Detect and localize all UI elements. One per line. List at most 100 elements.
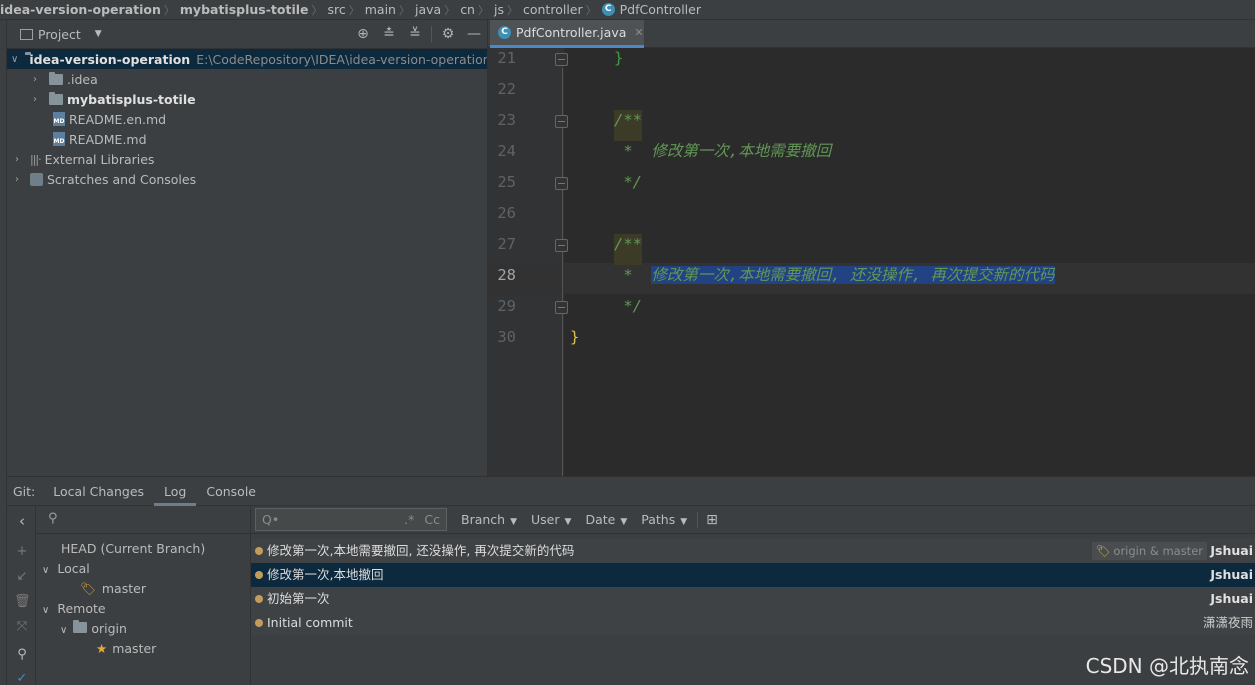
breadcrumb-project[interactable]: idea-version-operation xyxy=(0,2,161,17)
library-icon: |||· xyxy=(30,152,42,166)
line-number: 21 xyxy=(497,49,516,67)
commit-row[interactable]: 修改第一次,本地需要撤回, 还没操作, 再次提交新的代码 🏷 origin & m… xyxy=(251,539,1255,563)
branch-group-remote[interactable]: ∨ Remote xyxy=(42,599,106,619)
breadcrumb-main[interactable]: main xyxy=(365,2,396,17)
new-tab-icon[interactable]: ⊞ xyxy=(706,512,718,528)
breadcrumb-class[interactable]: PdfController xyxy=(620,2,701,17)
fold-marker-icon[interactable] xyxy=(555,301,568,314)
minimize-icon[interactable]: — xyxy=(461,26,487,42)
tree-item-module[interactable]: › mybatisplus-totile xyxy=(7,89,487,109)
branch-head[interactable]: HEAD (Current Branch) xyxy=(61,539,205,559)
expand-all-icon[interactable]: ≛ xyxy=(376,26,402,42)
folder-icon xyxy=(49,71,63,85)
git-tab-bar: Git: Local Changes Log Console xyxy=(7,477,1255,506)
tab-label: PdfController.java xyxy=(516,25,627,40)
check-icon[interactable]: ✓ xyxy=(14,671,30,685)
tab-local-changes[interactable]: Local Changes xyxy=(43,477,154,506)
line-number: 24 xyxy=(497,142,516,160)
commit-author: 潇潇夜雨 xyxy=(1202,615,1253,630)
editor-tab-bar: C PdfController.java ✕ xyxy=(488,20,1255,48)
fold-marker-icon[interactable] xyxy=(555,115,568,128)
tab-pdfcontroller[interactable]: C PdfController.java ✕ xyxy=(490,20,644,48)
search-icon[interactable]: ⚲ xyxy=(14,647,30,662)
collapse-all-icon[interactable]: ≚ xyxy=(402,26,428,42)
chevron-down-icon: ▼ xyxy=(620,517,628,527)
tree-item-idea[interactable]: › .idea xyxy=(7,69,487,89)
filter-paths[interactable]: Paths ▼ xyxy=(641,512,687,527)
gear-icon[interactable]: ⚙ xyxy=(435,26,461,42)
commit-row[interactable]: 修改第一次,本地撤回 Jshuai xyxy=(251,563,1255,587)
branch-local-master[interactable]: 🏷 master xyxy=(80,579,146,599)
delete-icon[interactable]: 🗑 xyxy=(14,594,31,609)
tree-item-readme[interactable]: MD README.md xyxy=(7,129,487,149)
left-tool-stripe xyxy=(0,20,7,685)
commit-author: Jshuai xyxy=(1210,543,1253,558)
chevron-down-icon[interactable]: ∨ xyxy=(11,54,18,65)
checkout-icon[interactable]: ↙ xyxy=(14,569,30,584)
fold-marker-icon[interactable] xyxy=(555,239,568,252)
chevron-left-icon[interactable]: ‹ xyxy=(14,512,30,530)
line-number: 28 xyxy=(497,266,516,284)
chevron-down-icon[interactable]: ▼ xyxy=(95,29,102,39)
tab-console[interactable]: Console xyxy=(196,477,266,506)
branch-search[interactable]: ⚲ xyxy=(36,506,251,534)
line-number: 22 xyxy=(497,80,516,98)
chevron-right-icon[interactable]: › xyxy=(11,174,23,185)
code-line: */ xyxy=(614,173,642,191)
branch-label: origin xyxy=(91,621,127,636)
filter-label: Date xyxy=(585,512,616,527)
commit-dot xyxy=(255,571,263,579)
fold-marker-icon[interactable] xyxy=(555,53,568,66)
branch-group-local[interactable]: ∨ Local xyxy=(42,559,90,579)
tree-item-label: External Libraries xyxy=(44,151,155,167)
breadcrumb-controller[interactable]: controller xyxy=(523,2,583,17)
filter-label: Paths xyxy=(641,512,676,527)
chevron-right-icon[interactable]: › xyxy=(29,94,41,105)
markdown-file-icon: MD xyxy=(53,112,65,126)
breadcrumb-module[interactable]: mybatisplus-totile xyxy=(180,2,309,17)
git-side-toolbar: ‹ + ↙ 🗑 ⤧ ⚲ ✓ xyxy=(7,506,36,685)
breadcrumb-js[interactable]: js xyxy=(494,2,504,17)
branch-origin[interactable]: ∨ origin xyxy=(60,619,127,639)
code-editor[interactable]: C PdfController.java ✕ 21 22 23 24 25 26… xyxy=(487,20,1255,476)
code-line: } xyxy=(570,328,580,346)
add-icon[interactable]: + xyxy=(14,544,30,559)
tab-log[interactable]: Log xyxy=(154,477,197,506)
tree-item-readme-en[interactable]: MD README.en.md xyxy=(7,109,487,129)
module-folder-icon xyxy=(49,91,63,105)
tree-item-scratches[interactable]: › Scratches and Consoles xyxy=(7,169,487,189)
filter-label: User xyxy=(531,512,560,527)
fold-marker-icon[interactable] xyxy=(555,177,568,190)
regex-toggle[interactable]: .* xyxy=(404,512,414,527)
tree-item-root[interactable]: ∨ idea-version-operation E:\CodeReposito… xyxy=(7,49,491,69)
project-view-title[interactable]: Project xyxy=(38,27,81,42)
commit-author: Jshuai xyxy=(1210,591,1253,606)
match-case-toggle[interactable]: Cc xyxy=(424,512,440,527)
merge-icon[interactable]: ⤧ xyxy=(14,619,30,634)
root-path: E:\CodeRepository\IDEA\idea-version-oper… xyxy=(196,51,491,67)
branch-origin-master[interactable]: ★ master xyxy=(96,639,156,659)
locate-icon[interactable]: ⊕ xyxy=(350,26,376,42)
commit-message: 初始第一次 xyxy=(267,591,330,606)
breadcrumb-src[interactable]: src xyxy=(328,2,346,17)
log-search-input[interactable]: Q• .* Cc xyxy=(255,508,447,531)
indent-guide xyxy=(562,68,563,476)
divider xyxy=(431,26,432,42)
filter-date[interactable]: Date ▼ xyxy=(585,512,627,527)
code-line: } xyxy=(614,49,624,67)
comment-prefix: * xyxy=(614,266,652,284)
commit-row[interactable]: Initial commit 潇潇夜雨 xyxy=(251,611,1255,635)
breadcrumb-java[interactable]: java xyxy=(415,2,441,17)
breadcrumb-cn[interactable]: cn xyxy=(460,2,475,17)
filter-user[interactable]: User ▼ xyxy=(531,512,571,527)
selected-text: 修改第一次,本地需要撤回, 还没操作, 再次提交新的代码 xyxy=(651,266,1055,284)
commit-dot xyxy=(255,547,263,555)
tree-item-external-libraries[interactable]: › |||· External Libraries xyxy=(7,149,487,169)
filter-branch[interactable]: Branch ▼ xyxy=(461,512,517,527)
code-line: */ xyxy=(614,297,642,315)
commit-row[interactable]: 初始第一次 Jshuai xyxy=(251,587,1255,611)
chevron-right-icon[interactable]: › xyxy=(11,154,23,165)
chevron-down-icon: ▼ xyxy=(510,517,518,527)
close-icon[interactable]: ✕ xyxy=(634,26,643,39)
chevron-right-icon[interactable]: › xyxy=(29,74,41,85)
